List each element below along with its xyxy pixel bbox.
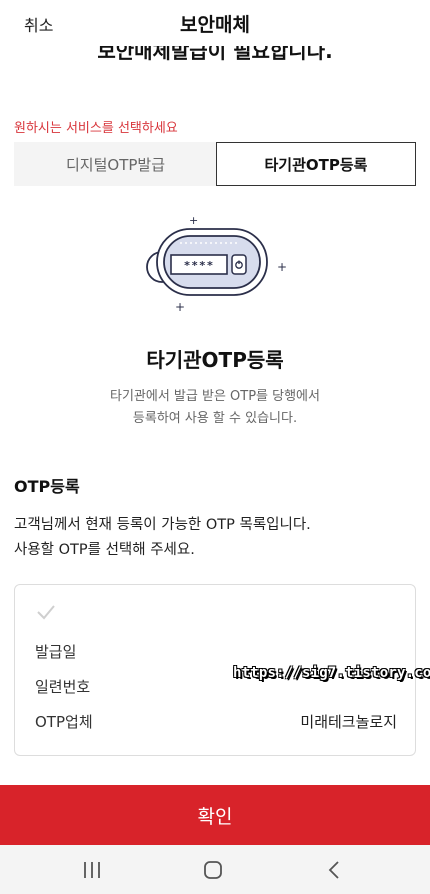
service-select-prompt: 원하시는 서비스를 선택하세요 xyxy=(14,121,178,136)
sparkle-icon: + xyxy=(189,214,198,227)
issue-date-label: 발급일 xyxy=(35,643,77,661)
confirm-button[interactable]: 확인 xyxy=(0,785,430,845)
recent-apps-icon[interactable] xyxy=(72,858,112,882)
otp-vendor-label: OTP업체 xyxy=(35,713,93,731)
service-tabs: 디지털OTP발급 타기관OTP등록 xyxy=(14,142,416,186)
tab-other-bank-otp-register[interactable]: 타기관OTP등록 xyxy=(216,142,416,186)
section-description: 타기관에서 발급 받은 OTP를 당행에서 등록하여 사용 할 수 있습니다. xyxy=(110,389,320,426)
tab-digital-otp-issue[interactable]: 디지털OTP발급 xyxy=(14,142,217,186)
header-bar: 취소 보안매체 xyxy=(0,0,430,46)
section-title: 타기관OTP등록 xyxy=(146,348,284,372)
watermark-text: https://sig7.tistory.com xyxy=(233,665,430,681)
sparkle-icon: + xyxy=(175,300,185,314)
serial-number-label: 일련번호 xyxy=(35,678,91,696)
otp-masked-pin: **** xyxy=(184,259,215,272)
sparkle-icon: + xyxy=(277,260,287,274)
otp-list-heading: OTP등록 xyxy=(14,477,80,496)
system-navbar xyxy=(0,845,430,894)
back-icon[interactable] xyxy=(314,858,354,882)
checkmark-icon xyxy=(37,605,55,620)
page-title: 보안매체 xyxy=(180,14,250,36)
otp-list-description: 고객님께서 현재 등록이 가능한 OTP 목록입니다. 사용할 OTP를 선택해… xyxy=(14,517,311,558)
otp-token-icon: + + + **** xyxy=(146,214,287,314)
scrolled-heading: 보안매체발급이 필요합니다. xyxy=(97,44,333,63)
otp-vendor-value: 미래테크놀로지 xyxy=(300,713,397,731)
home-icon[interactable] xyxy=(193,858,233,882)
